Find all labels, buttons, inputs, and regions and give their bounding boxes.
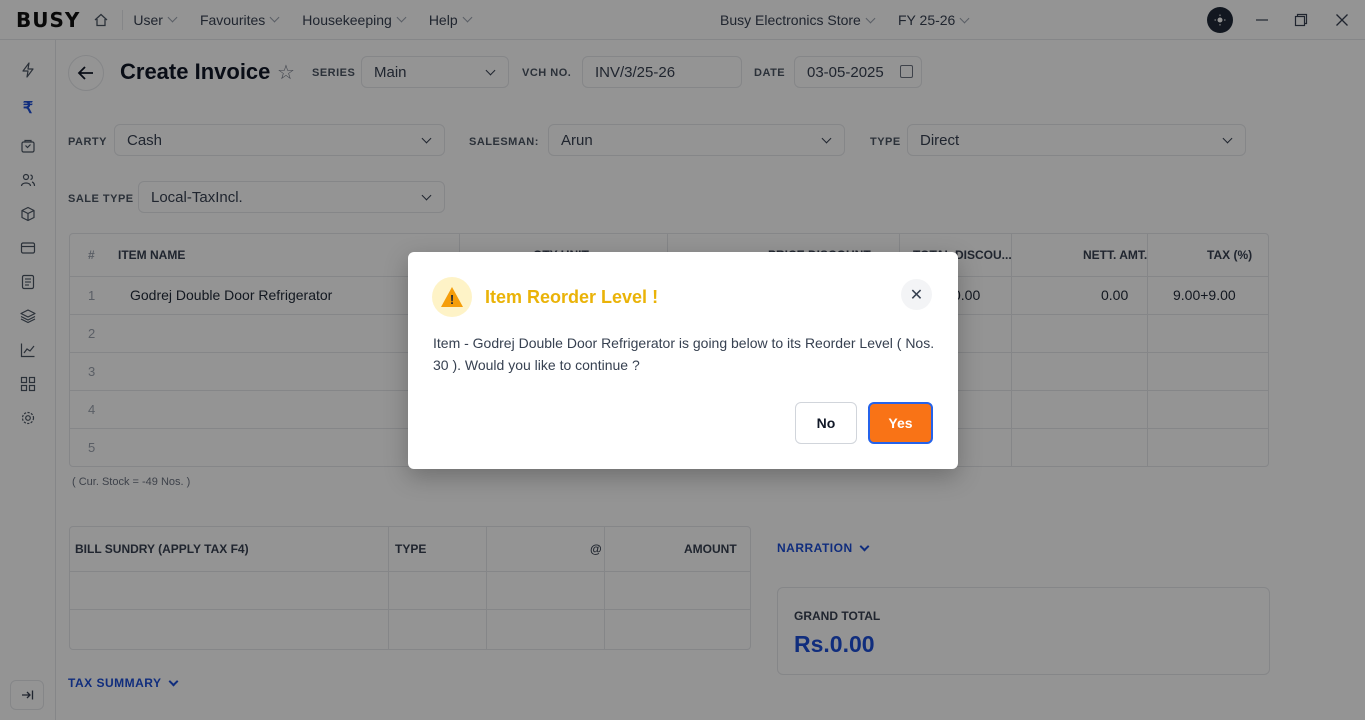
close-glyph: ✕ [909,286,924,304]
warning-icon: ! [432,277,472,317]
dialog-title: Item Reorder Level ! [485,287,659,307]
reorder-level-dialog: ! Item Reorder Level ! ✕ Item - Godrej D… [408,252,958,469]
no-button[interactable]: No [795,402,857,444]
warning-glyph: ! [450,292,454,307]
close-icon[interactable]: ✕ [901,279,932,310]
yes-button[interactable]: Yes [868,402,933,444]
dialog-message: Item - Godrej Double Door Refrigerator i… [433,335,935,373]
